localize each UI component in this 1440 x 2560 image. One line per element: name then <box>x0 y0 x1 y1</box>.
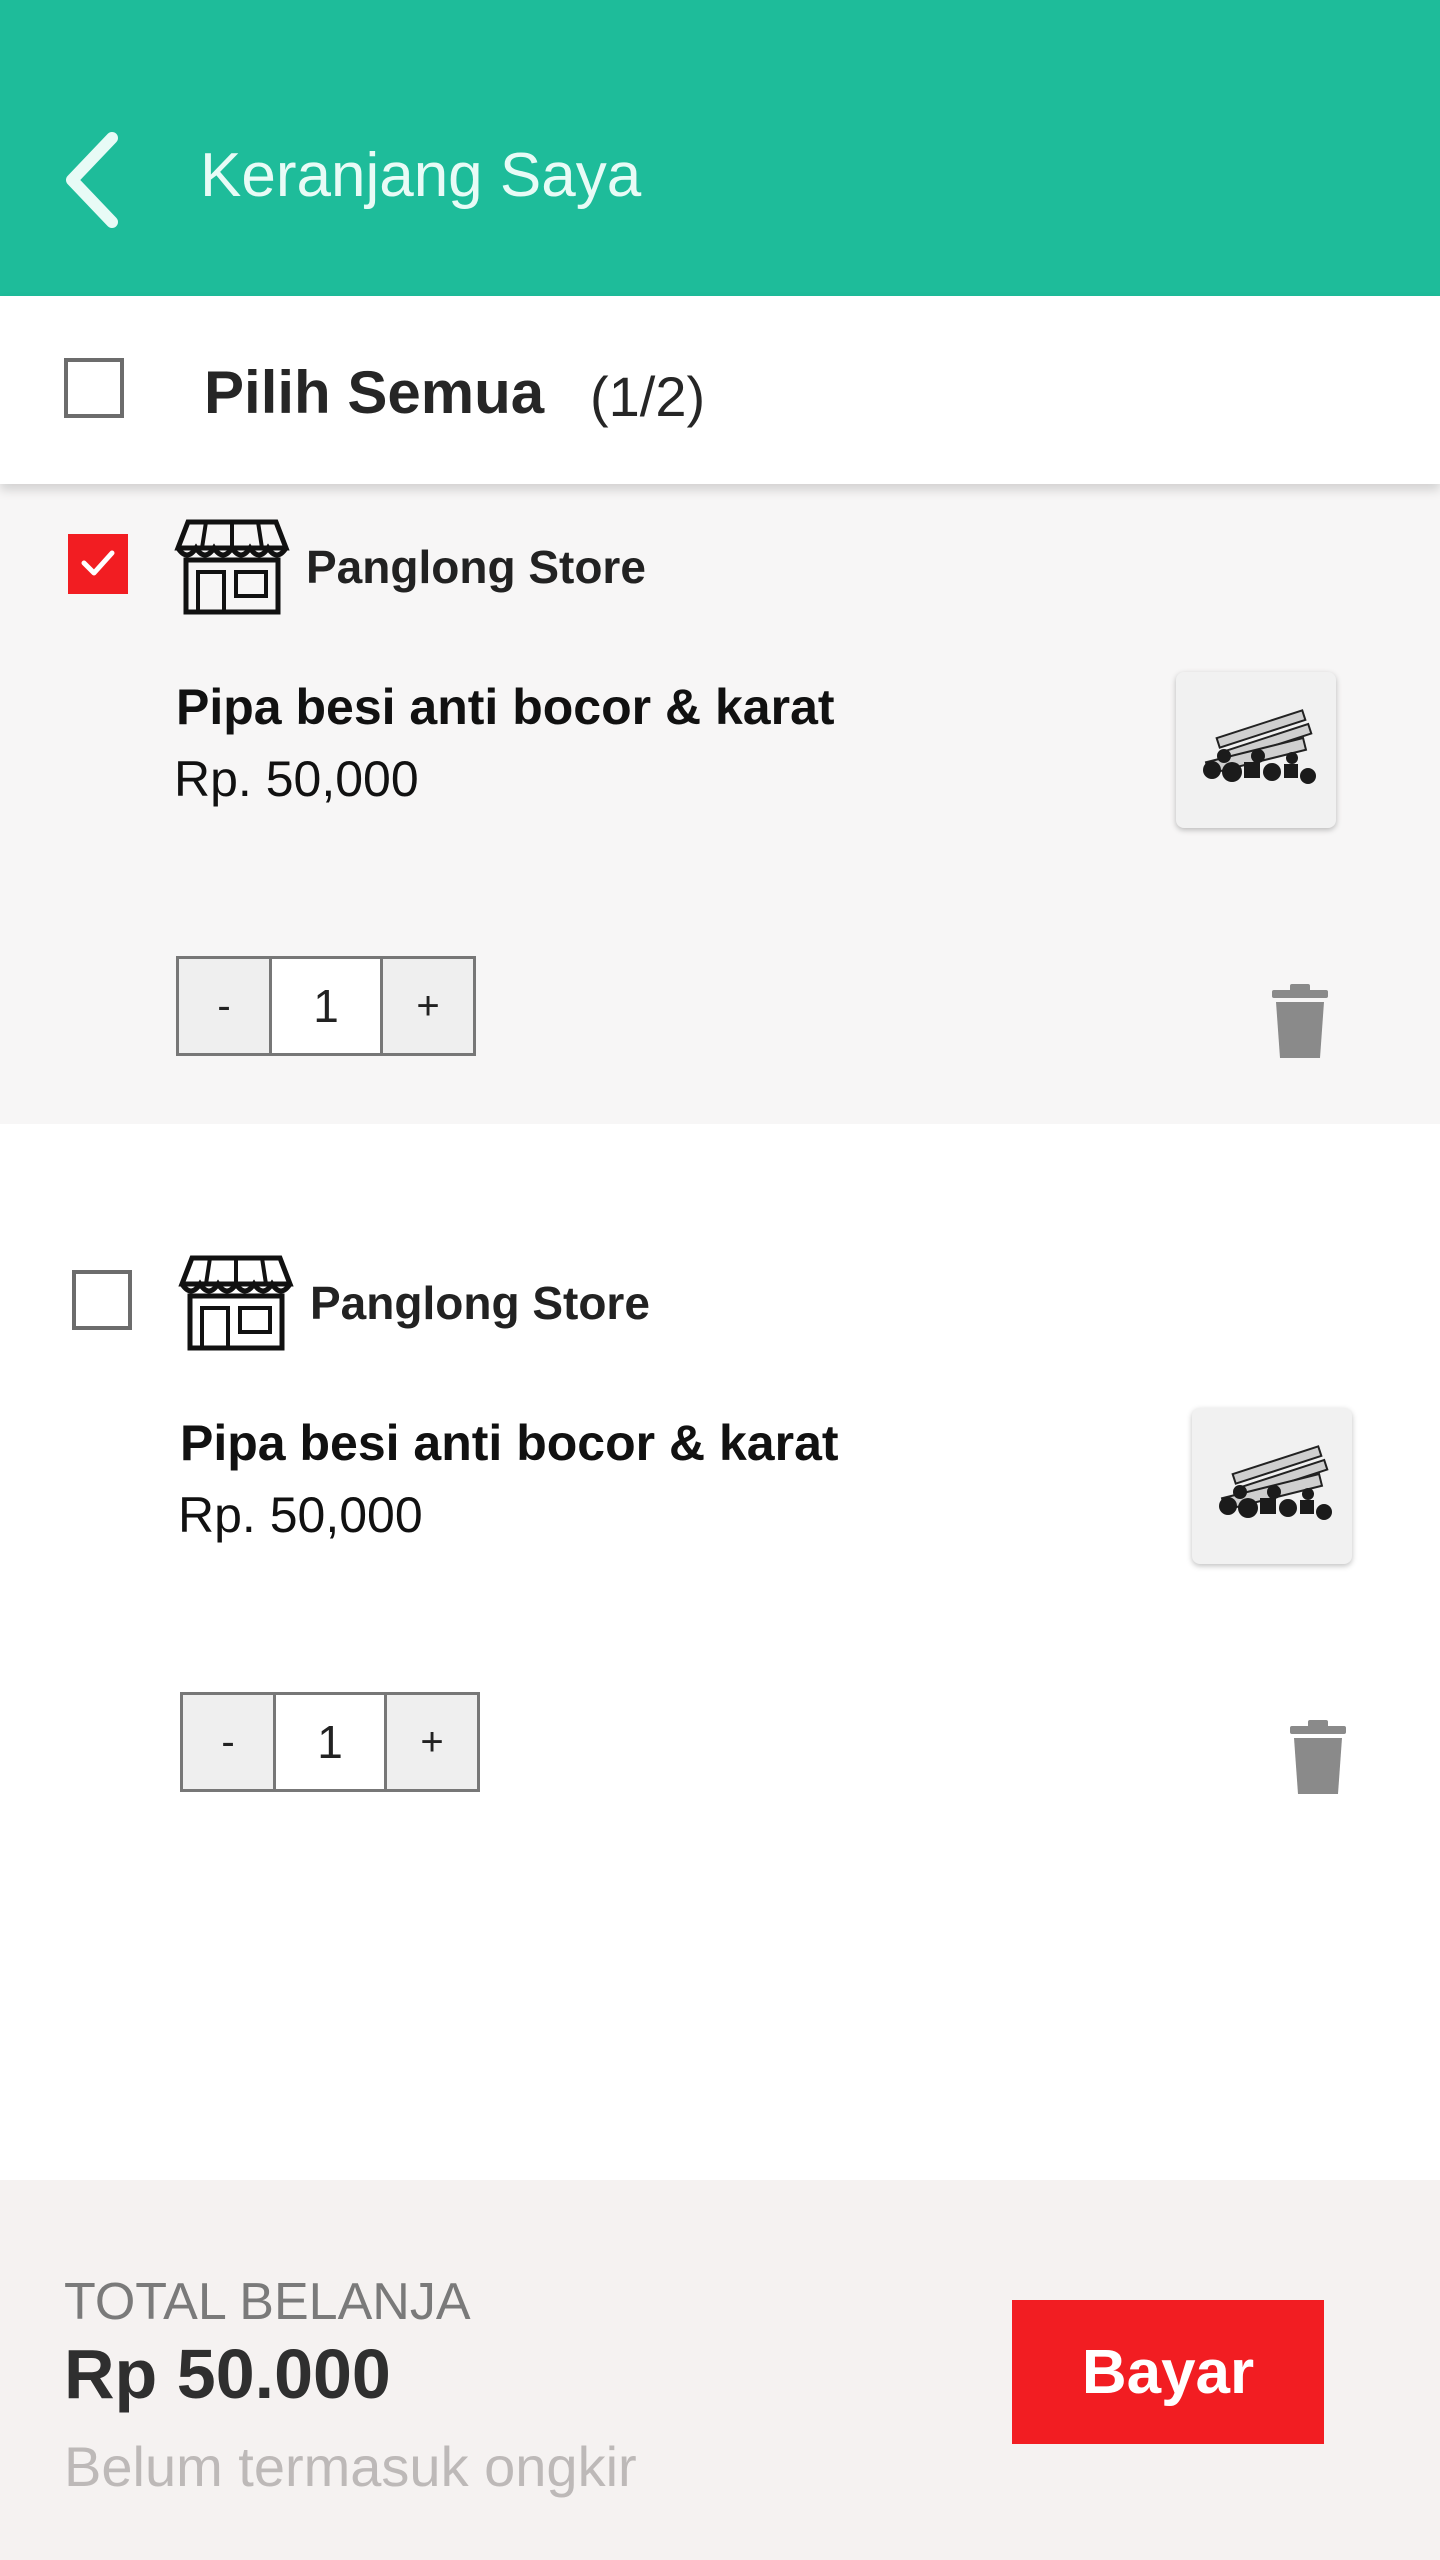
item-checkbox[interactable] <box>72 1270 132 1330</box>
increase-button[interactable]: + <box>387 1695 477 1789</box>
select-all-label: Pilih Semua <box>204 359 545 426</box>
trash-icon[interactable] <box>1270 984 1330 1058</box>
pay-button[interactable]: Bayar <box>1012 2300 1324 2444</box>
store-icon <box>174 519 290 615</box>
pipes-image <box>1203 709 1316 784</box>
quantity-stepper: - 1 + <box>180 1692 480 1792</box>
store-name[interactable]: Panglong Store <box>310 1276 650 1330</box>
product-price: Rp. 50,000 <box>174 751 419 807</box>
total-value: Rp 50.000 <box>64 2335 391 2413</box>
increase-button[interactable]: + <box>383 959 473 1053</box>
product-thumbnail[interactable] <box>1176 672 1336 828</box>
chevron-left-icon <box>66 132 118 228</box>
select-all-checkbox[interactable] <box>64 358 124 418</box>
selected-count: (1/2) <box>590 365 706 428</box>
product-price: Rp. 50,000 <box>178 1487 423 1543</box>
total-label: TOTAL BELANJA <box>64 2273 471 2331</box>
pipes-image <box>1219 1445 1332 1520</box>
store-name[interactable]: Panglong Store <box>306 540 646 594</box>
item-checkbox[interactable] <box>68 534 128 594</box>
shipping-note: Belum termasuk ongkir <box>64 2435 637 2498</box>
decrease-button[interactable]: - <box>183 1695 273 1789</box>
quantity-value[interactable]: 1 <box>269 959 383 1053</box>
checkmark-icon <box>81 550 115 576</box>
decrease-button[interactable]: - <box>179 959 269 1053</box>
quantity-value[interactable]: 1 <box>273 1695 387 1789</box>
product-thumbnail[interactable] <box>1192 1408 1352 1564</box>
cart-item: Panglong Store Pipa besi anti bocor & ka… <box>0 484 1440 1124</box>
cart-item: Panglong Store Pipa besi anti bocor & ka… <box>0 1220 1440 1860</box>
trash-icon[interactable] <box>1288 1720 1348 1794</box>
quantity-stepper: - 1 + <box>176 956 476 1056</box>
app-header: Keranjang Saya <box>0 0 1440 296</box>
back-button[interactable] <box>50 120 140 240</box>
product-name[interactable]: Pipa besi anti bocor & karat <box>176 678 835 736</box>
store-icon <box>178 1255 294 1351</box>
page-title: Keranjang Saya <box>200 141 642 210</box>
product-name[interactable]: Pipa besi anti bocor & karat <box>180 1414 839 1472</box>
